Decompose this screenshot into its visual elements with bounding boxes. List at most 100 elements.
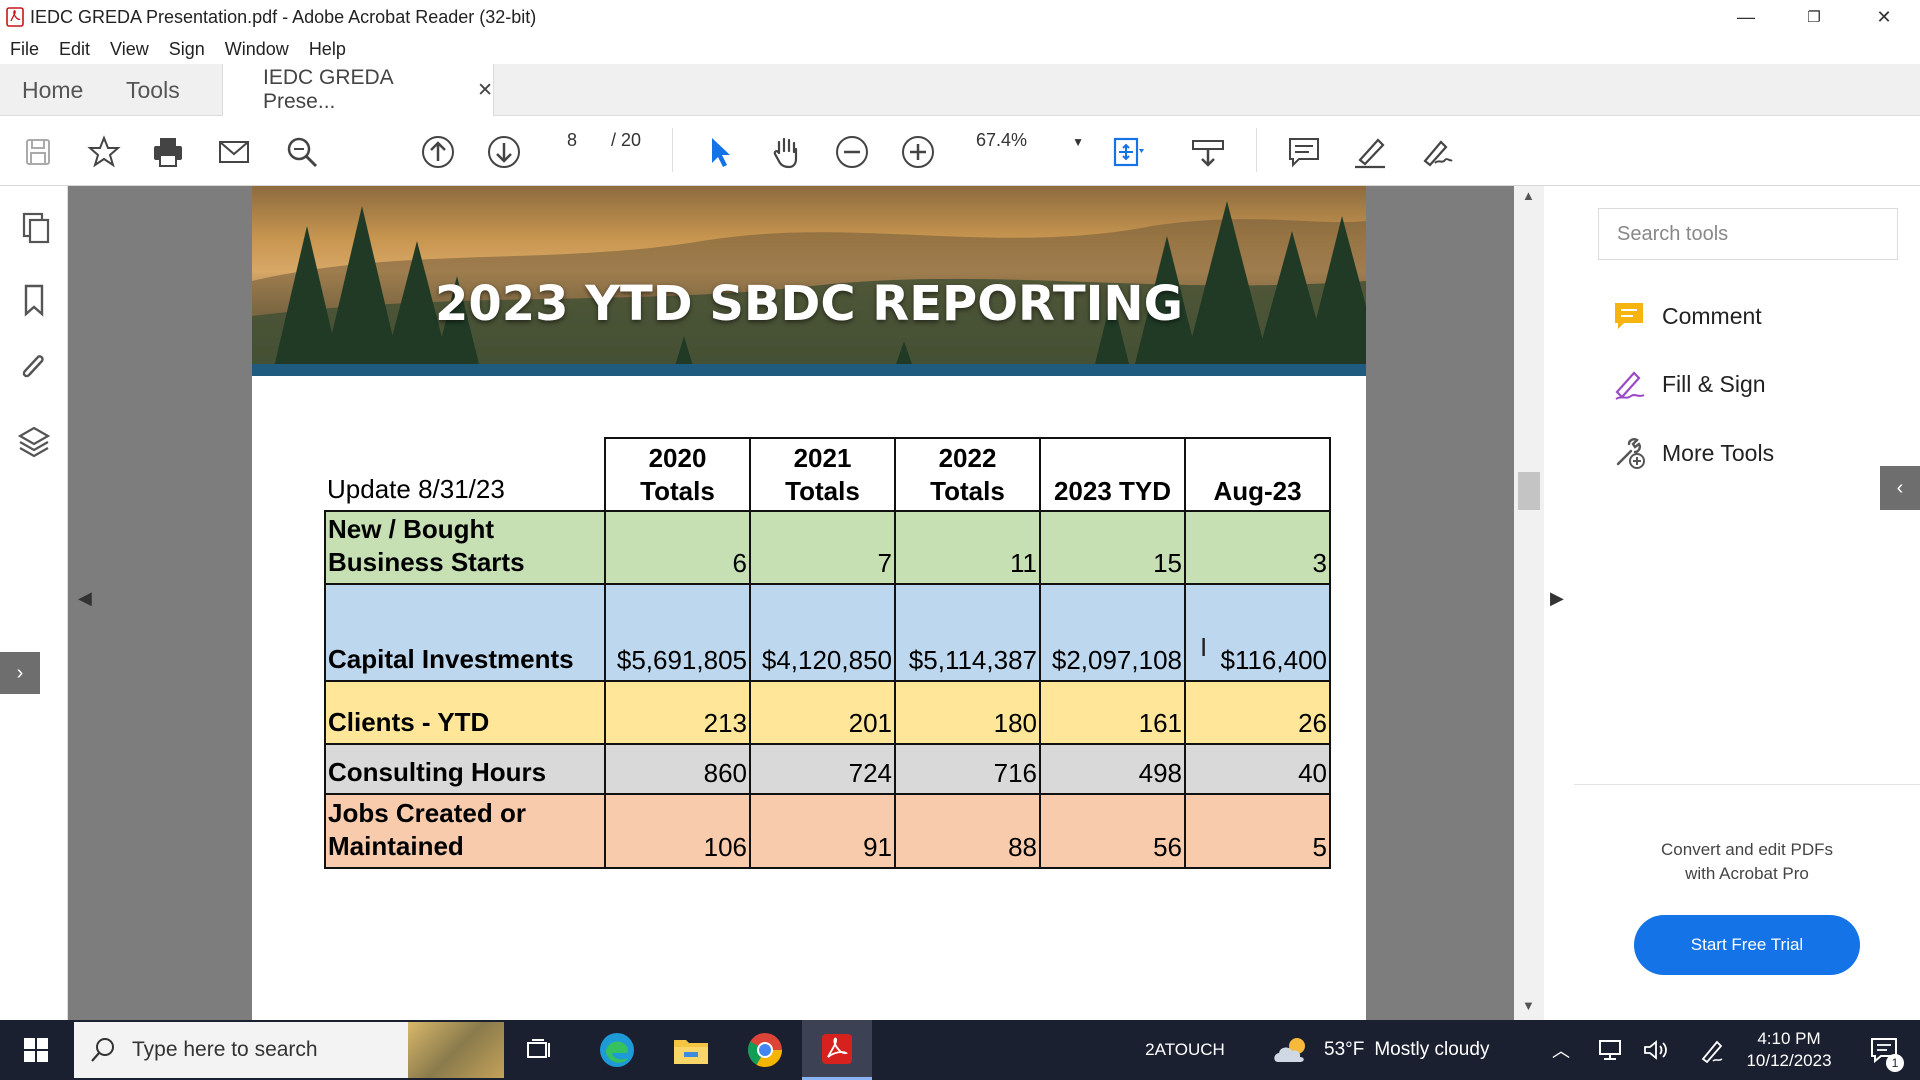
table-cell: 40 [1184,743,1331,795]
header-line: 2023 TYD [1053,476,1172,506]
tab-home[interactable]: Home [22,64,83,116]
menu-help[interactable]: Help [309,39,346,60]
print-button[interactable] [146,130,190,174]
edge-browser-icon [600,1033,634,1067]
select-tool-button[interactable] [698,130,742,174]
header-line: Totals [785,476,860,506]
menu-window[interactable]: Window [225,39,289,60]
system-clock[interactable]: 4:10 PM 10/12/2023 [1736,1020,1842,1080]
table-row: New / Bought Business Starts 6 7 11 15 3 [324,510,1331,585]
scrollbar-thumb[interactable] [1518,472,1540,510]
weather-widget[interactable]: 53°F Mostly cloudy [1272,1020,1526,1080]
collapse-right-panel-button[interactable]: ‹ [1880,466,1920,510]
table-cell: 88 [894,793,1041,869]
bookmark-icon[interactable] [14,280,54,320]
column-header-2023-tyd: 2023 TYD [1039,437,1186,512]
table-cell: 180 [894,680,1041,745]
close-window-button[interactable]: ✕ [1850,0,1918,34]
start-button[interactable] [0,1020,72,1080]
tab-tools[interactable]: Tools [126,64,180,116]
find-button[interactable] [280,130,324,174]
start-free-trial-button[interactable]: Start Free Trial [1634,915,1860,975]
volume-button[interactable] [1636,1020,1676,1080]
expand-left-panel-button[interactable]: › [0,652,40,694]
windows-taskbar: Type here to search 2ATOUCH 53°F Mostly … [0,1020,1920,1080]
pen-ink-button[interactable] [1692,1020,1732,1080]
layers-icon[interactable] [14,422,54,462]
table-cell: 860 [604,743,751,795]
tab-document[interactable]: IEDC GREDA Prese... ✕ [222,64,494,116]
table-cell: 716 [894,743,1041,795]
save-button[interactable] [16,130,60,174]
acrobat-taskbar-button[interactable] [802,1020,872,1080]
column-header-aug-23: Aug-23 [1184,437,1331,512]
tool-fill-sign[interactable]: Fill & Sign [1612,364,1766,404]
arrow-down-circle-icon [488,136,520,168]
file-explorer-taskbar-button[interactable] [662,1020,720,1080]
save-icon [26,139,50,165]
task-view-button[interactable] [516,1020,564,1080]
page-current-input[interactable]: 8 [552,130,592,151]
hand-tool-button[interactable] [764,130,808,174]
restore-button[interactable]: ❐ [1780,0,1848,34]
touch-keyboard-label[interactable]: 2ATOUCH [1130,1020,1240,1080]
menu-sign[interactable]: Sign [169,39,205,60]
task-view-icon [527,1039,550,1058]
highlight-button[interactable] [1348,130,1392,174]
comment-tool-icon [1615,303,1643,329]
table-cell: 161 [1039,680,1186,745]
scroll-down-icon[interactable]: ▼ [1522,998,1535,1013]
zoom-level-dropdown[interactable]: 67.4% ▼ [976,130,1084,151]
tool-comment[interactable]: Comment [1612,296,1762,336]
tool-more-tools[interactable]: More Tools [1612,433,1774,473]
cloudy-weather-icon [1274,1038,1305,1062]
menu-view[interactable]: View [110,39,149,60]
header-line: Aug-23 [1213,476,1302,506]
previous-page-arrow-icon[interactable]: ◀ [78,588,92,609]
page-thumbnails-icon[interactable] [14,208,54,248]
clock-date: 10/12/2023 [1746,1051,1832,1070]
chrome-taskbar-button[interactable] [736,1020,794,1080]
next-page-arrow-icon[interactable]: ▶ [1550,588,1564,609]
table-cell: 11 [894,510,1041,585]
minimize-button[interactable]: — [1712,0,1780,34]
header-line: Totals [930,476,1005,506]
zoom-out-button[interactable] [830,130,874,174]
bookmark-star-button[interactable] [82,130,126,174]
network-button[interactable] [1590,1020,1630,1080]
table-cell: $5,114,387 [894,583,1041,682]
row-label-line: Jobs Created or [328,798,526,828]
edge-taskbar-button[interactable] [588,1020,646,1080]
tab-close-icon[interactable]: ✕ [477,79,493,102]
table-row: Jobs Created or Maintained 106 91 88 56 5 [324,793,1331,869]
tool-more-tools-label: More Tools [1662,439,1775,466]
table-cell: 3 [1184,510,1331,585]
taskbar-search-box[interactable]: Type here to search [74,1022,504,1078]
attachment-paperclip-icon[interactable] [14,348,54,388]
page-number-field[interactable]: 8 / 20 [552,130,641,151]
row-label-line: New / Bought [328,514,495,544]
search-zoom-icon [287,137,318,168]
sign-button[interactable] [1414,130,1458,174]
previous-page-button[interactable] [416,130,460,174]
next-page-button[interactable] [482,130,526,174]
table-row: Capital Investments $5,691,805 $4,120,85… [324,583,1331,682]
scroll-mode-icon [1192,140,1224,167]
zoom-in-button[interactable] [896,130,940,174]
menu-edit[interactable]: Edit [59,39,90,60]
left-navigation-rail: › [0,186,68,1020]
page-total: / 20 [611,130,642,150]
search-tools-input[interactable]: Search tools [1598,208,1898,260]
weather-description: Mostly cloudy [1374,1039,1490,1060]
fit-page-button[interactable] [1100,130,1156,174]
comment-button[interactable] [1282,130,1326,174]
scroll-mode-button[interactable] [1186,130,1230,174]
chevron-up-icon[interactable]: ︿ [1544,1020,1578,1080]
pen-workspace-icon [1701,1040,1723,1063]
notification-center-button[interactable]: 1 [1856,1020,1912,1080]
vertical-scrollbar[interactable]: ▲ ▼ [1514,186,1544,1020]
email-button[interactable] [212,130,256,174]
toolbar [0,116,1920,186]
menu-file[interactable]: File [10,39,39,60]
scroll-up-icon[interactable]: ▲ [1522,188,1535,203]
